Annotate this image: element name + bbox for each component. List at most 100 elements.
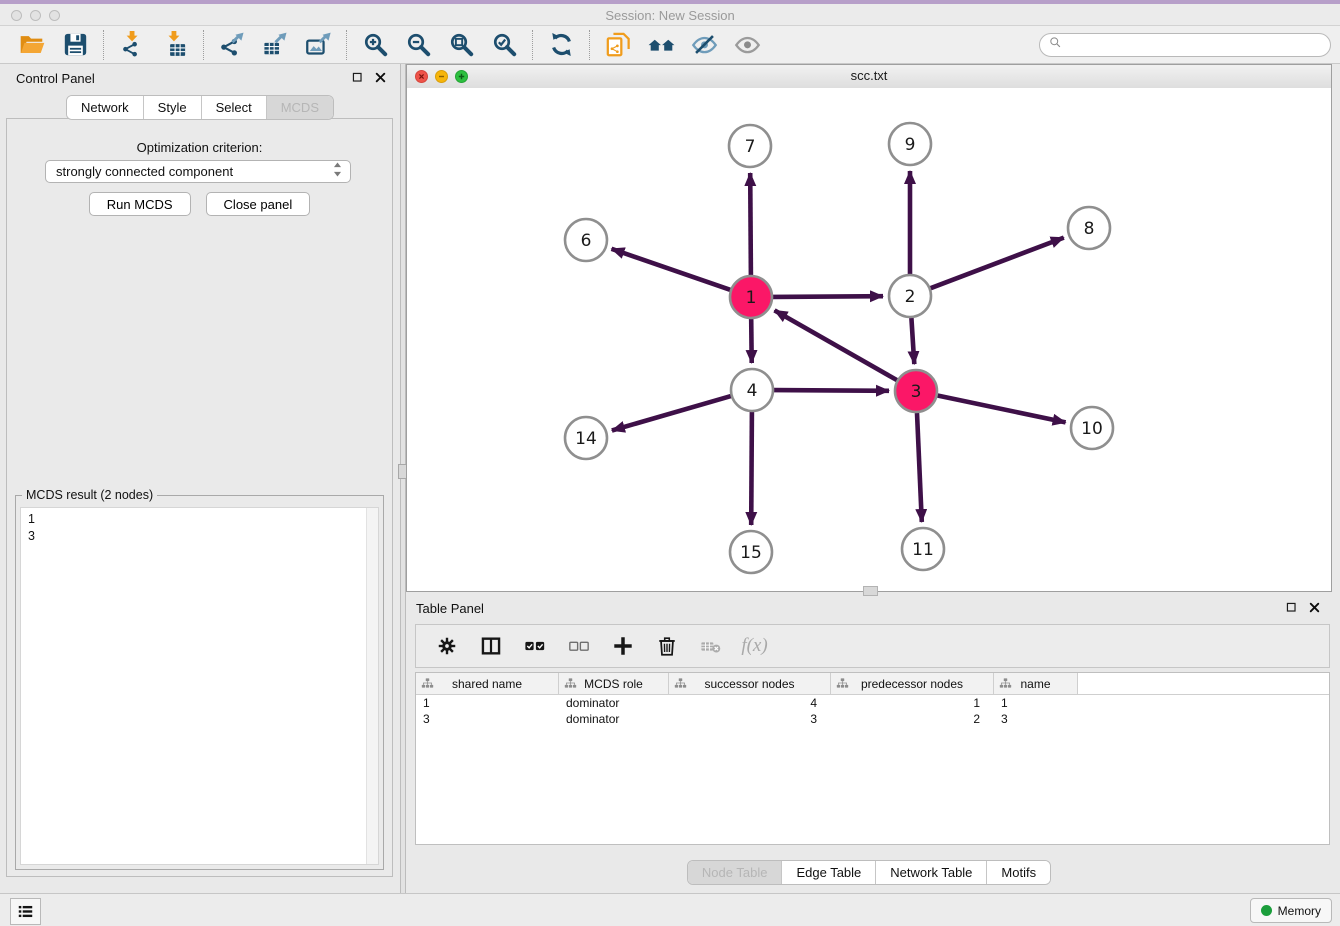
- node-8-label: 8: [1084, 219, 1095, 239]
- tab-motifs[interactable]: Motifs: [987, 861, 1050, 884]
- zoom-out-button[interactable]: [403, 30, 433, 60]
- column-header-successor-nodes[interactable]: successor nodes: [669, 673, 831, 694]
- zoom-selected-button[interactable]: [489, 30, 519, 60]
- export-table-button[interactable]: [260, 30, 290, 60]
- memory-button[interactable]: Memory: [1250, 898, 1332, 923]
- table-tabs: Node TableEdge TableNetwork TableMotifs: [406, 860, 1332, 885]
- toggle-columns-button[interactable]: [478, 634, 503, 659]
- mcds-panel: Optimization criterion: strongly connect…: [6, 118, 393, 877]
- edge-2-8[interactable]: [931, 238, 1064, 289]
- edge-4-3[interactable]: [774, 390, 889, 391]
- memory-status-icon: [1261, 905, 1272, 916]
- chevron-updown-icon: [331, 161, 344, 183]
- minimize-view-button[interactable]: [435, 70, 448, 83]
- edge-1-7[interactable]: [750, 173, 751, 275]
- edge-3-11[interactable]: [917, 413, 922, 522]
- column-header-mcds-role[interactable]: MCDS role: [559, 673, 669, 694]
- search-input[interactable]: [1067, 37, 1322, 53]
- table-row[interactable]: 1dominator411: [416, 695, 1329, 711]
- table-cell[interactable]: 3: [669, 711, 831, 727]
- node-15-label: 15: [740, 543, 762, 563]
- table-cell[interactable]: 4: [669, 695, 831, 711]
- import-table-button[interactable]: [160, 30, 190, 60]
- application-window: Session: New Session Control Panel Netwo…: [0, 0, 1340, 926]
- add-column-button[interactable]: [610, 634, 635, 659]
- edge-1-4[interactable]: [751, 319, 752, 363]
- titlebar: Session: New Session: [0, 0, 1340, 26]
- table-cell[interactable]: 1: [416, 695, 559, 711]
- function-builder-button[interactable]: f(x): [742, 634, 767, 659]
- table-cell[interactable]: dominator: [559, 695, 669, 711]
- table-panel-title: Table Panel: [416, 601, 484, 616]
- column-header-predecessor-nodes[interactable]: predecessor nodes: [831, 673, 994, 694]
- close-panel-icon[interactable]: [373, 70, 388, 85]
- zoom-view-button[interactable]: [455, 70, 468, 83]
- node-6-label: 6: [581, 231, 592, 251]
- edge-1-6[interactable]: [612, 249, 731, 290]
- column-header-name[interactable]: name: [994, 673, 1078, 694]
- edge-1-2[interactable]: [773, 296, 883, 297]
- open-session-button[interactable]: [17, 30, 47, 60]
- tab-node-table[interactable]: Node Table: [688, 861, 783, 884]
- zoom-in-button[interactable]: [360, 30, 390, 60]
- mcds-result-area[interactable]: 13: [20, 507, 379, 865]
- control-panel-header: Control Panel: [0, 64, 400, 94]
- edge-4-15[interactable]: [751, 412, 752, 525]
- table-cell[interactable]: dominator: [559, 711, 669, 727]
- edge-2-3[interactable]: [911, 318, 914, 364]
- hide-selected-button[interactable]: [689, 30, 719, 60]
- edge-3-10[interactable]: [938, 396, 1066, 423]
- tab-style[interactable]: Style: [144, 96, 202, 119]
- deselect-all-columns-button[interactable]: [566, 634, 591, 659]
- refresh-view-button[interactable]: [546, 30, 576, 60]
- column-header-shared-name[interactable]: shared name: [416, 673, 559, 694]
- import-network-button[interactable]: [117, 30, 147, 60]
- table-settings-button[interactable]: [434, 634, 459, 659]
- table-header-row: shared nameMCDS rolesuccessor nodesprede…: [416, 673, 1329, 695]
- table-cell[interactable]: 3: [416, 711, 559, 727]
- select-all-columns-button[interactable]: [522, 634, 547, 659]
- node-14-label: 14: [575, 429, 597, 449]
- float-panel-icon[interactable]: [1284, 600, 1299, 615]
- save-session-button[interactable]: [60, 30, 90, 60]
- table-panel: Table Panel f(x) shared nameMCDS rolesuc…: [406, 597, 1332, 893]
- control-panel: Control Panel NetworkStyleSelectMCDS Opt…: [0, 64, 400, 893]
- close-panel-button[interactable]: Close panel: [206, 192, 311, 216]
- network-canvas[interactable]: 7968124314101511: [407, 88, 1331, 591]
- table-cell[interactable]: 1: [994, 695, 1078, 711]
- tab-select[interactable]: Select: [202, 96, 267, 119]
- float-panel-icon[interactable]: [350, 70, 365, 85]
- export-network-button[interactable]: [217, 30, 247, 60]
- node-3-label: 3: [911, 382, 922, 402]
- edge-4-14[interactable]: [612, 396, 731, 430]
- close-view-button[interactable]: [415, 70, 428, 83]
- table-panel-header: Table Panel: [406, 597, 1332, 627]
- first-neighbors-button[interactable]: [646, 30, 676, 60]
- edge-3-1[interactable]: [775, 310, 897, 380]
- show-all-button[interactable]: [732, 30, 762, 60]
- export-image-button[interactable]: [303, 30, 333, 60]
- table-row[interactable]: 3dominator323: [416, 711, 1329, 727]
- tab-network[interactable]: Network: [67, 96, 144, 119]
- tab-mcds[interactable]: MCDS: [267, 96, 333, 119]
- optimization-label: Optimization criterion:: [7, 140, 392, 155]
- close-panel-icon[interactable]: [1307, 600, 1322, 615]
- window-title: Session: New Session: [0, 8, 1340, 23]
- delete-table-button[interactable]: [698, 634, 723, 659]
- task-history-button[interactable]: [10, 898, 41, 925]
- node-table: shared nameMCDS rolesuccessor nodesprede…: [415, 672, 1330, 845]
- zoom-fit-button[interactable]: [446, 30, 476, 60]
- table-cell[interactable]: 1: [831, 695, 994, 711]
- tab-network-table[interactable]: Network Table: [876, 861, 987, 884]
- result-scrollbar[interactable]: [366, 508, 378, 864]
- tab-edge-table[interactable]: Edge Table: [782, 861, 876, 884]
- hierarchy-icon: [999, 677, 1012, 693]
- clone-network-button[interactable]: [603, 30, 633, 60]
- delete-column-button[interactable]: [654, 634, 679, 659]
- mcds-result-lines: 13: [21, 508, 378, 548]
- splitter-grip[interactable]: [863, 586, 878, 596]
- table-cell[interactable]: 2: [831, 711, 994, 727]
- run-mcds-button[interactable]: Run MCDS: [89, 192, 191, 216]
- table-cell[interactable]: 3: [994, 711, 1078, 727]
- optimization-dropdown[interactable]: strongly connected component: [45, 160, 351, 183]
